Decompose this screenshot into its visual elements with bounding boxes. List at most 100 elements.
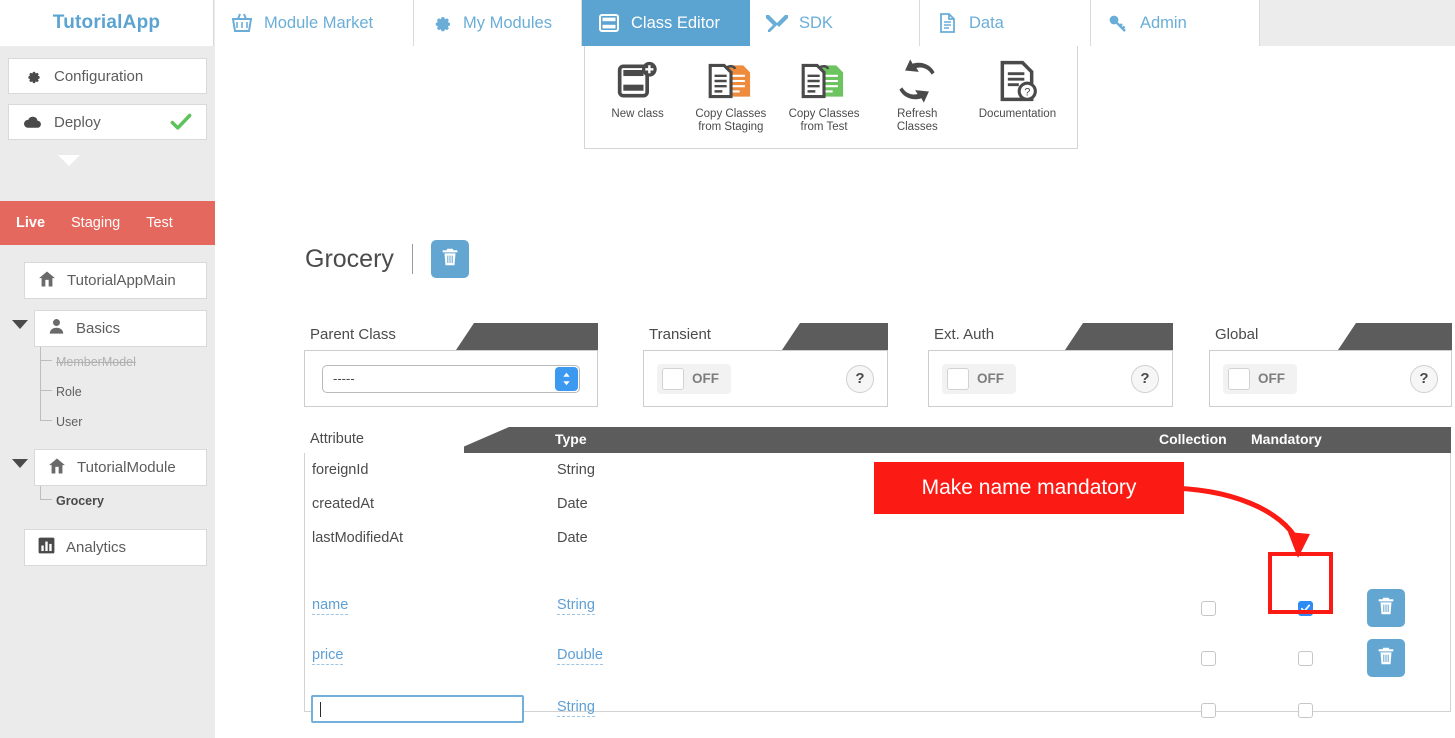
collection-checkbox[interactable] [1201,703,1216,718]
tree-caret-tutorialmodule[interactable] [12,459,28,468]
sidebar: Configuration Deploy Live Staging Test T… [0,46,215,738]
global-help-icon[interactable]: ? [1410,364,1438,393]
panel-header-shape [1065,323,1173,350]
column-header-attribute: Attribute [310,431,364,447]
annotation-highlight-box [1268,552,1333,614]
tab-class-editor[interactable]: Class Editor [582,0,750,46]
toolbar-button-copy-from-staging[interactable]: Copy Classes from Staging [684,58,777,134]
tree-leaf-membermodel[interactable]: MemberModel [56,355,136,369]
attributes-table-header: Attribute Type Collection Mandatory [304,427,1451,453]
environment-notch [58,155,80,166]
new-attribute-input[interactable] [311,695,524,723]
mandatory-checkbox[interactable] [1298,703,1313,718]
tree-leaf-user[interactable]: User [56,415,82,429]
toolbar-button-label: Refresh Classes [896,108,938,134]
copy-staging-icon [705,58,757,104]
sidebar-item-configuration[interactable]: Configuration [8,58,207,94]
cell-attribute-name[interactable]: name [312,597,349,615]
basket-icon [229,10,255,36]
document-icon [934,10,960,36]
home-icon [37,269,57,293]
environment-switcher: Live Staging Test [0,201,215,245]
tab-sdk[interactable]: SDK [750,0,920,46]
panel-body: OFF ? [1209,350,1452,407]
transient-help-icon[interactable]: ? [846,364,874,393]
panel-header: Transient [643,323,888,350]
gear-icon [428,10,454,36]
toggle-state-label: OFF [1258,371,1285,386]
chevron-updown-icon[interactable] [555,366,578,391]
panel-body: OFF ? [928,350,1173,407]
gear-icon [22,66,43,87]
class-editor-toolbar: New class Copy Classes from Staging Copy… [584,46,1078,149]
cell-type-price[interactable]: Double [557,647,603,665]
tree-leaf-role[interactable]: Role [56,385,82,399]
panel-header-shape [456,323,598,350]
transient-toggle[interactable]: OFF [657,363,731,394]
tab-label: SDK [799,13,833,32]
cell-type-new[interactable]: String [557,699,595,717]
cell-type: String [557,462,595,478]
env-test[interactable]: Test [146,215,173,231]
panel-header-shape [782,323,888,350]
panel-body: ----- [304,350,598,407]
tab-label: Admin [1140,13,1187,32]
tree-node-label: Analytics [66,539,127,556]
toolbar-button-label: Copy Classes from Staging [695,108,767,134]
cell-attribute-price[interactable]: price [312,647,344,665]
toolbar-button-documentation[interactable]: ? Documentation [964,58,1071,121]
trash-icon [1375,645,1397,672]
tab-data[interactable]: Data [920,0,1091,46]
env-live[interactable]: Live [16,215,45,231]
tab-module-market[interactable]: Module Market [215,0,414,46]
tree-node-tutorialappmain[interactable]: TutorialAppMain [24,262,207,299]
tab-label: Class Editor [631,13,720,32]
toolbar-button-refresh-classes[interactable]: Refresh Classes [871,58,964,134]
tree-node-tutorialmodule[interactable]: TutorialModule [34,449,207,486]
cell-type-name[interactable]: String [557,597,595,615]
column-header-mandatory: Mandatory [1251,431,1322,447]
mandatory-checkbox[interactable] [1298,651,1313,666]
ext-auth-help-icon[interactable]: ? [1131,364,1159,393]
key-icon [1105,10,1131,36]
tree-caret-basics[interactable] [12,320,28,329]
tree-hook [40,486,52,500]
toggle-knob [1228,367,1250,390]
global-toggle[interactable]: OFF [1223,363,1297,394]
tab-admin[interactable]: Admin [1091,0,1260,46]
annotation-callout: Make name mandatory [874,462,1184,514]
class-title-row: Grocery [305,240,469,278]
tab-label: Module Market [264,13,374,32]
tab-my-modules[interactable]: My Modules [414,0,582,46]
sidebar-item-label: Deploy [54,113,101,131]
cell-attribute: lastModifiedAt [312,530,404,546]
tree-node-basics[interactable]: Basics [34,310,207,347]
toolbar-button-new-class[interactable]: New class [591,58,684,121]
collection-checkbox[interactable] [1201,601,1216,616]
ext-auth-toggle[interactable]: OFF [942,363,1016,394]
toolbar-button-copy-from-test[interactable]: Copy Classes from Test [777,58,870,134]
app-brand[interactable]: TutorialApp [0,0,214,46]
delete-attribute-button[interactable] [1367,589,1405,627]
panel-header: Ext. Auth [928,323,1173,350]
env-staging[interactable]: Staging [71,215,120,231]
panel-body: OFF ? [643,350,888,407]
toolbar-button-label: New class [611,108,664,120]
trash-icon [439,246,461,273]
svg-text:?: ? [1025,87,1031,99]
delete-attribute-button[interactable] [1367,639,1405,677]
tree-leaf-grocery[interactable]: Grocery [56,494,104,508]
column-header-collection: Collection [1159,431,1227,447]
tree-node-analytics[interactable]: Analytics [24,529,207,566]
toolbar-button-label: Copy Classes from Test [788,108,860,134]
collection-checkbox[interactable] [1201,651,1216,666]
parent-class-select[interactable]: ----- [322,364,580,393]
delete-class-button[interactable] [430,240,469,278]
sidebar-item-deploy[interactable]: Deploy [8,104,207,140]
copy-test-icon [798,58,850,104]
check-icon [168,109,194,139]
top-navigation-bar: TutorialApp Module Market My Modules Cla… [0,0,1455,46]
page-title: Grocery [305,244,394,273]
panel-header-shape [1338,323,1452,350]
panel-parent-class: Parent Class ----- [304,323,598,407]
